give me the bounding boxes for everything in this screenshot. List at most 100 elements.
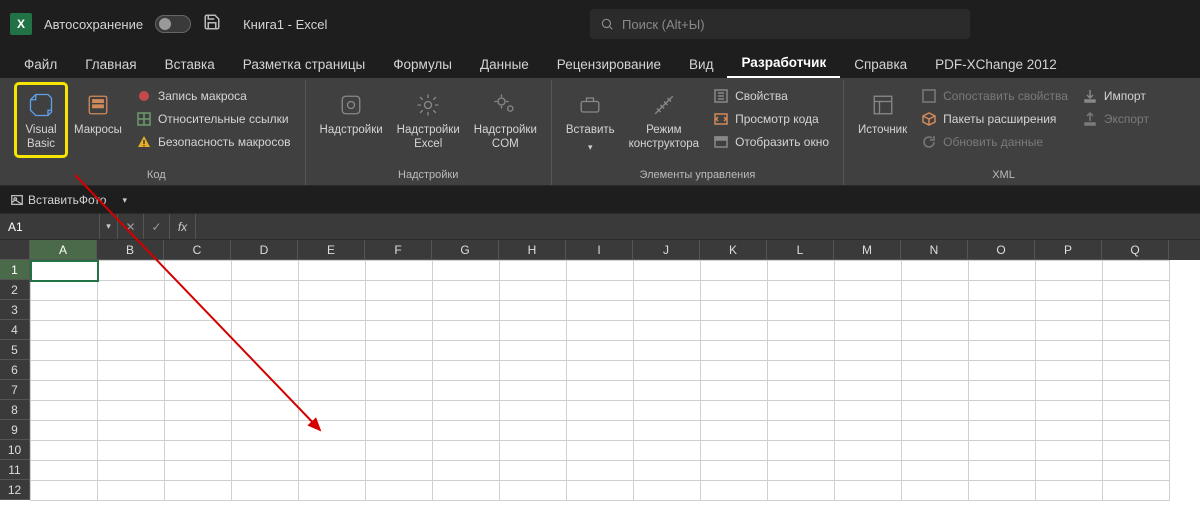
- cell[interactable]: [165, 381, 232, 401]
- cell[interactable]: [902, 421, 969, 441]
- cell[interactable]: [98, 321, 165, 341]
- name-box-dropdown[interactable]: ▾: [100, 214, 118, 239]
- cell[interactable]: [902, 281, 969, 301]
- column-header[interactable]: I: [566, 240, 633, 260]
- column-header[interactable]: E: [298, 240, 365, 260]
- cell[interactable]: [1103, 481, 1170, 501]
- cell[interactable]: [433, 421, 500, 441]
- cell[interactable]: [902, 321, 969, 341]
- cell[interactable]: [1103, 421, 1170, 441]
- cell[interactable]: [366, 281, 433, 301]
- cell[interactable]: [835, 421, 902, 441]
- cell[interactable]: [232, 481, 299, 501]
- cell[interactable]: [969, 261, 1036, 281]
- cell[interactable]: [701, 461, 768, 481]
- cell[interactable]: [500, 341, 567, 361]
- cell[interactable]: [634, 401, 701, 421]
- enter-formula-button[interactable]: ✓: [144, 214, 170, 239]
- fx-label[interactable]: fx: [170, 214, 196, 239]
- cell[interactable]: [634, 261, 701, 281]
- cell[interactable]: [299, 441, 366, 461]
- cell[interactable]: [969, 421, 1036, 441]
- column-header[interactable]: M: [834, 240, 901, 260]
- cell[interactable]: [634, 361, 701, 381]
- cell[interactable]: [31, 321, 98, 341]
- tab-data[interactable]: Данные: [466, 51, 543, 78]
- cell[interactable]: [98, 401, 165, 421]
- cell[interactable]: [1036, 461, 1103, 481]
- cell[interactable]: [98, 441, 165, 461]
- cell[interactable]: [31, 401, 98, 421]
- cell[interactable]: [1103, 341, 1170, 361]
- cell[interactable]: [98, 421, 165, 441]
- cell[interactable]: [500, 461, 567, 481]
- visual-basic-button[interactable]: Visual Basic: [16, 84, 66, 156]
- cell[interactable]: [701, 261, 768, 281]
- cell[interactable]: [232, 301, 299, 321]
- cell[interactable]: [1036, 481, 1103, 501]
- cell[interactable]: [31, 281, 98, 301]
- cell[interactable]: [902, 461, 969, 481]
- cell[interactable]: [366, 461, 433, 481]
- cell[interactable]: [232, 421, 299, 441]
- cell[interactable]: [1103, 401, 1170, 421]
- tab-home[interactable]: Главная: [71, 51, 150, 78]
- cell[interactable]: [835, 261, 902, 281]
- cell[interactable]: [701, 361, 768, 381]
- run-dialog-button[interactable]: Отобразить окно: [709, 132, 833, 152]
- cell[interactable]: [366, 261, 433, 281]
- cell[interactable]: [433, 281, 500, 301]
- cell[interactable]: [500, 301, 567, 321]
- cell[interactable]: [299, 321, 366, 341]
- cell[interactable]: [1036, 261, 1103, 281]
- cell[interactable]: [165, 401, 232, 421]
- cell[interactable]: [1036, 381, 1103, 401]
- cell[interactable]: [835, 361, 902, 381]
- cell[interactable]: [768, 341, 835, 361]
- cell[interactable]: [232, 461, 299, 481]
- cell[interactable]: [31, 361, 98, 381]
- cell[interactable]: [835, 301, 902, 321]
- cell[interactable]: [969, 361, 1036, 381]
- cell[interactable]: [1103, 321, 1170, 341]
- cell[interactable]: [768, 281, 835, 301]
- cell[interactable]: [1036, 421, 1103, 441]
- cell[interactable]: [969, 481, 1036, 501]
- cell[interactable]: [969, 321, 1036, 341]
- cell[interactable]: [969, 441, 1036, 461]
- cell[interactable]: [366, 321, 433, 341]
- cell[interactable]: [835, 441, 902, 461]
- insert-control-button[interactable]: Вставить ▾: [560, 84, 621, 157]
- cell[interactable]: [1036, 341, 1103, 361]
- cell[interactable]: [701, 441, 768, 461]
- cell[interactable]: [98, 341, 165, 361]
- cell[interactable]: [299, 261, 366, 281]
- column-header[interactable]: C: [164, 240, 231, 260]
- save-icon[interactable]: [203, 13, 221, 36]
- cell[interactable]: [835, 401, 902, 421]
- cell[interactable]: [31, 261, 98, 281]
- cell[interactable]: [433, 341, 500, 361]
- relative-references-button[interactable]: Относительные ссылки: [132, 109, 295, 129]
- cell[interactable]: [634, 321, 701, 341]
- cell[interactable]: [1036, 281, 1103, 301]
- cell[interactable]: [366, 301, 433, 321]
- cell[interactable]: [567, 441, 634, 461]
- cell[interactable]: [567, 321, 634, 341]
- cell[interactable]: [165, 281, 232, 301]
- row-header[interactable]: 4: [0, 320, 30, 340]
- cell[interactable]: [98, 301, 165, 321]
- cell[interactable]: [31, 441, 98, 461]
- cell[interactable]: [98, 361, 165, 381]
- cell[interactable]: [299, 341, 366, 361]
- cell[interactable]: [567, 481, 634, 501]
- cell[interactable]: [366, 441, 433, 461]
- cell[interactable]: [768, 401, 835, 421]
- cell[interactable]: [969, 461, 1036, 481]
- cell[interactable]: [299, 361, 366, 381]
- cell[interactable]: [768, 441, 835, 461]
- cell[interactable]: [433, 461, 500, 481]
- cell[interactable]: [969, 401, 1036, 421]
- cell[interactable]: [232, 321, 299, 341]
- cell[interactable]: [500, 381, 567, 401]
